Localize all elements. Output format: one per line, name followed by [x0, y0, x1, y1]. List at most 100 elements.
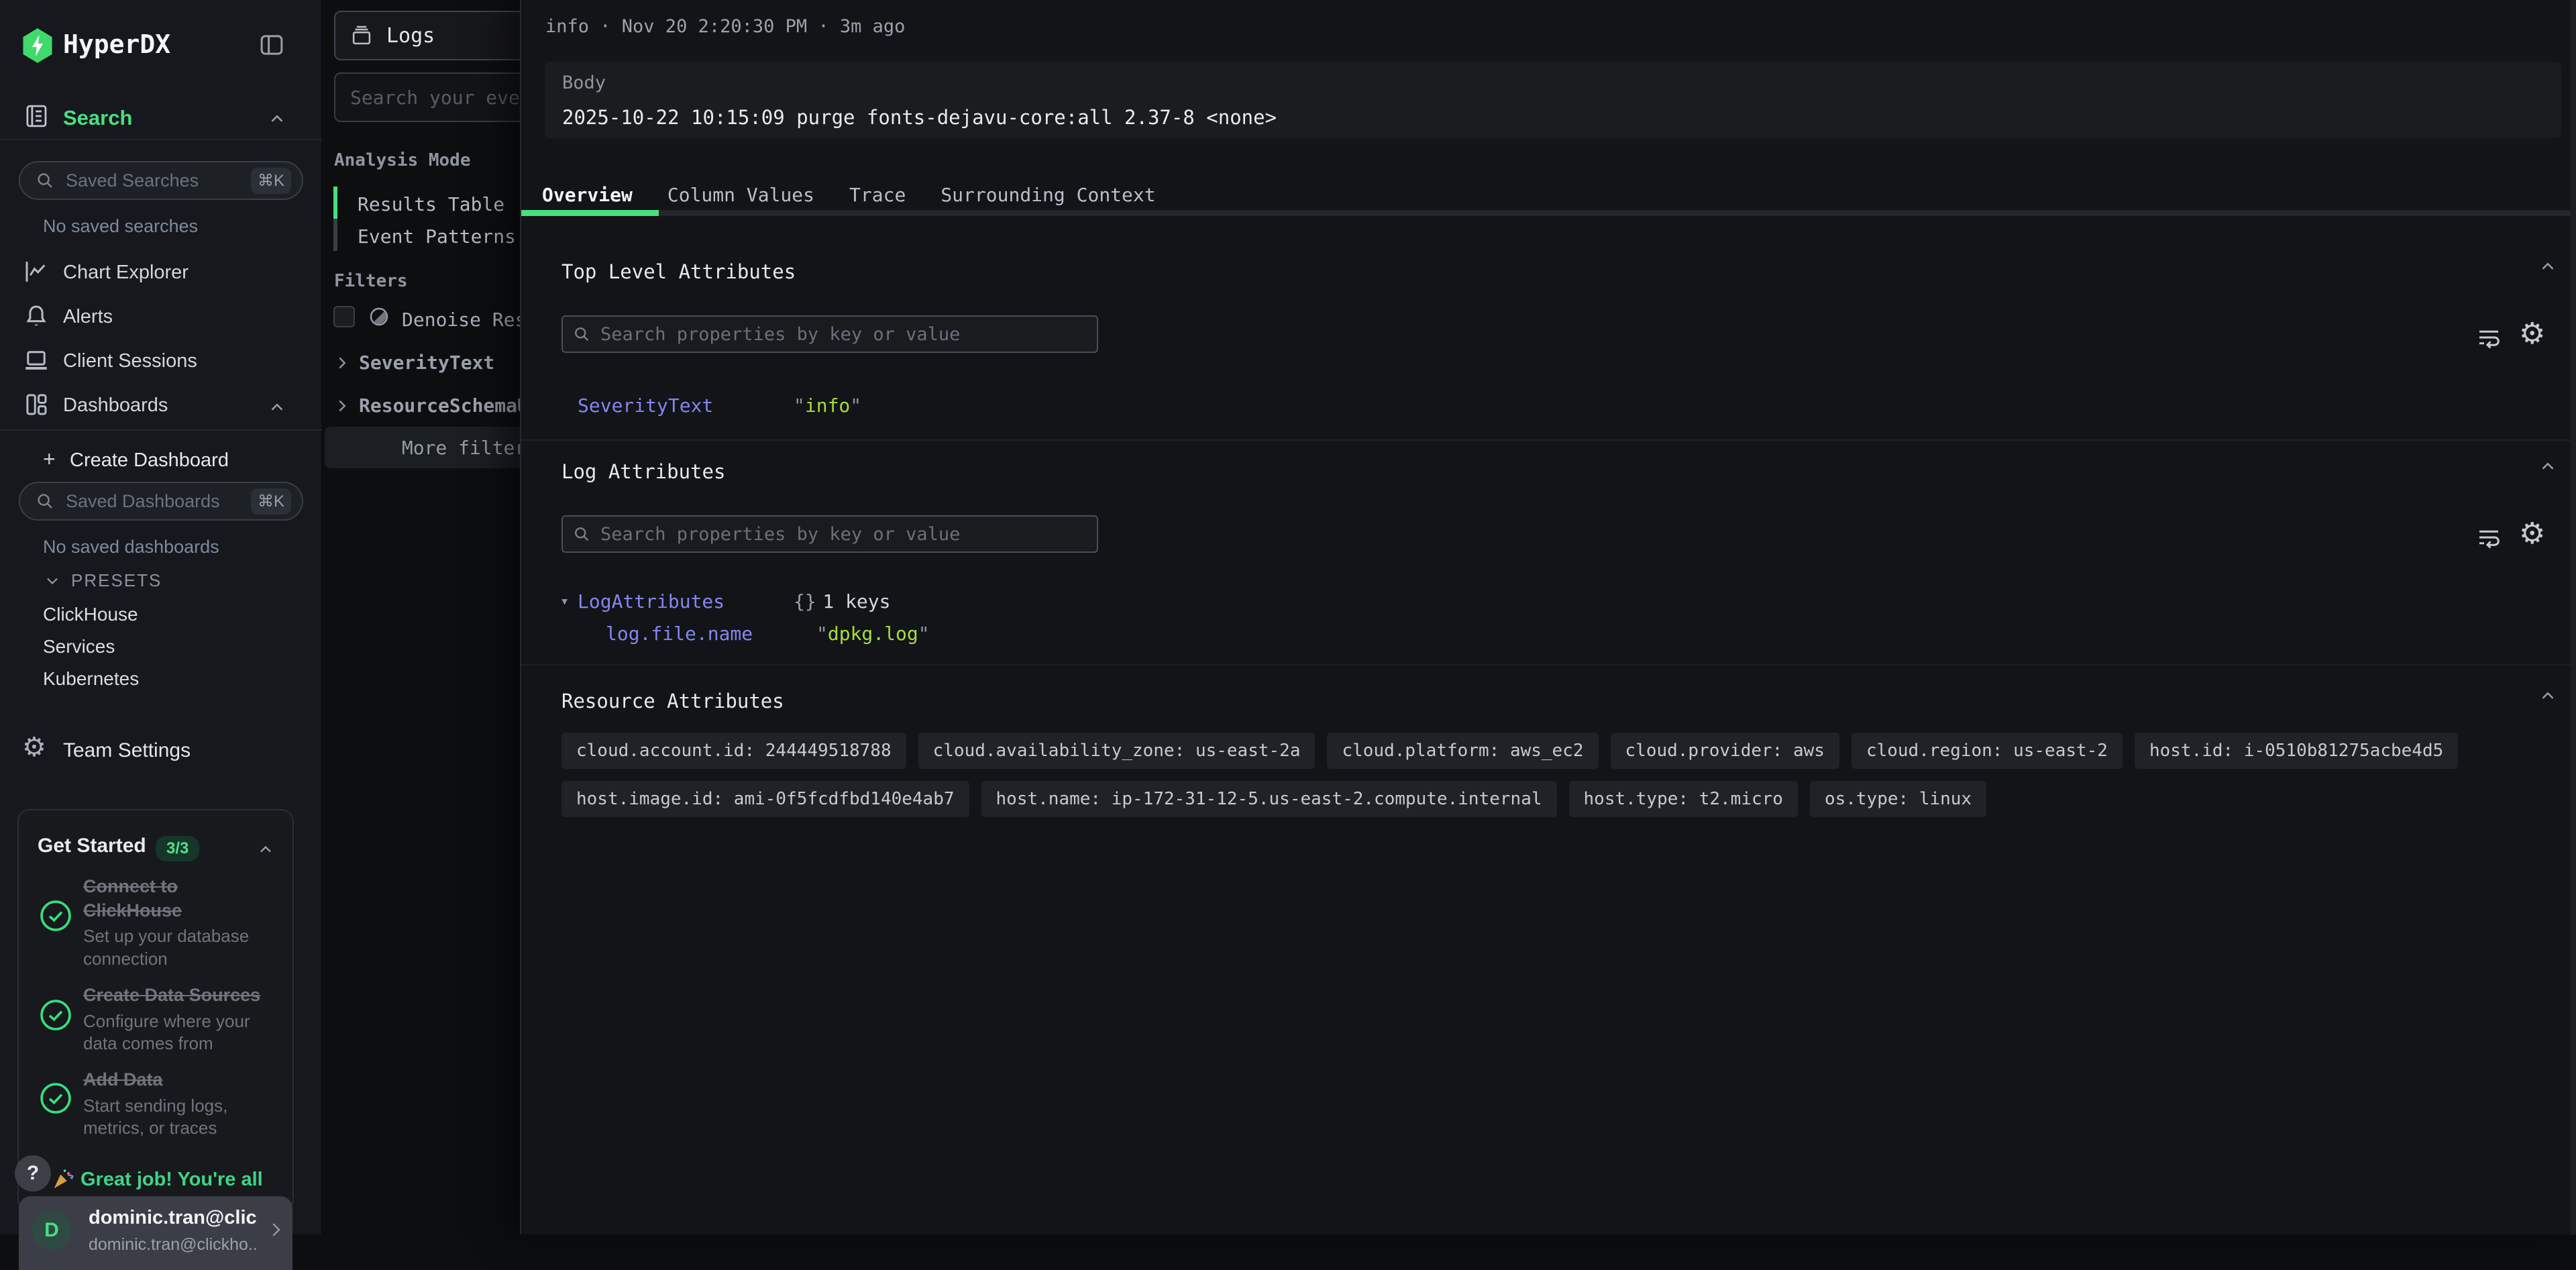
check-circle-icon [38, 997, 74, 1033]
saved-dashboards-input[interactable] [64, 490, 251, 513]
search-icon [35, 491, 55, 511]
divider [521, 664, 2576, 666]
search-icon [35, 170, 55, 191]
sidebar-item-client-sessions[interactable]: Client Sessions [63, 350, 197, 372]
sidebar-item-dashboards[interactable]: Dashboards [63, 394, 168, 417]
resource-tag[interactable]: cloud.platform: aws_ec2 [1327, 733, 1598, 769]
filter-group-severitytext[interactable]: SeverityText [359, 352, 494, 374]
get-started-item-title: Connect to ClickHouse [83, 875, 278, 922]
party-popper-icon [51, 1166, 76, 1192]
mode-results-table[interactable]: Results Table [358, 193, 504, 215]
preset-kubernetes[interactable]: Kubernetes [43, 668, 139, 690]
tab-trace[interactable]: Trace [832, 180, 923, 209]
avatar: D [32, 1211, 71, 1250]
chevron-right-icon[interactable] [332, 396, 352, 416]
wrap-lines-icon[interactable] [2475, 323, 2503, 352]
presets-label[interactable]: PRESETS [71, 570, 162, 591]
chevron-right-icon[interactable] [332, 353, 352, 373]
section-title-resource-attributes: Resource Attributes [561, 690, 784, 712]
active-mode-indicator [333, 187, 337, 219]
get-started-item[interactable]: Connect to ClickHouse Set up your databa… [83, 875, 278, 971]
attribute-key[interactable]: log.file.name [606, 623, 753, 645]
denoise-checkbox[interactable] [333, 306, 355, 327]
get-started-item-desc: Configure where your data comes from [83, 1010, 284, 1056]
client-sessions-laptop-icon [22, 346, 50, 374]
user-name: dominic.tran@clic... [89, 1207, 256, 1229]
section-title-top-level-attributes: Top Level Attributes [561, 260, 796, 283]
top-level-search-box[interactable] [561, 315, 1098, 353]
log-attributes-search-box[interactable] [561, 515, 1098, 553]
resource-tag[interactable]: cloud.account.id: 244449518788 [561, 733, 906, 769]
sidebar-item-alerts[interactable]: Alerts [63, 306, 113, 328]
resource-tag[interactable]: cloud.provider: aws [1611, 733, 1839, 769]
dashboards-collapse-chevron-icon[interactable] [266, 397, 288, 417]
saved-dashboards-search[interactable]: ⌘K [19, 482, 303, 521]
mode-event-patterns[interactable]: Event Patterns [358, 225, 516, 248]
tab-overview[interactable]: Overview [525, 180, 650, 209]
user-card[interactable]: D dominic.tran@clic... dominic.tran@clic… [19, 1196, 292, 1270]
divider [0, 139, 322, 140]
sidebar-item-chart-explorer[interactable]: Chart Explorer [63, 262, 189, 284]
collapse-sidebar-icon[interactable] [258, 31, 286, 59]
denoise-icon [367, 305, 391, 329]
resource-tag[interactable]: cloud.availability_zone: us-east-2a [918, 733, 1316, 769]
body-card: Body 2025-10-22 10:15:09 purge fonts-dej… [545, 62, 2561, 138]
log-attributes-search-input[interactable] [599, 523, 1087, 545]
section-collapse-chevron-icon[interactable] [2536, 456, 2559, 476]
plus-icon: + [43, 447, 56, 472]
dashboards-grid-icon [22, 390, 50, 419]
get-started-title: Get Started [38, 835, 146, 857]
attribute-value[interactable]: "info" [794, 394, 861, 417]
create-dashboard-button[interactable]: Create Dashboard [70, 449, 229, 472]
no-saved-searches-text: No saved searches [43, 216, 198, 237]
section-collapse-chevron-icon[interactable] [2536, 256, 2559, 276]
check-circle-icon [38, 898, 74, 934]
keys-count: 1 keys [822, 590, 890, 613]
attribute-key[interactable]: SeverityText [578, 394, 713, 417]
settings-gear-icon[interactable]: ⚙ [2519, 319, 2545, 349]
search-collapse-chevron-icon[interactable] [266, 109, 288, 129]
inactive-mode-indicator [333, 219, 337, 251]
wrap-lines-icon[interactable] [2475, 523, 2503, 551]
presets-chevron-down-icon[interactable] [42, 572, 63, 590]
sidebar-item-search[interactable]: Search [63, 106, 132, 130]
tab-column-values[interactable]: Column Values [650, 180, 832, 209]
gear-icon: ⚙ [22, 734, 46, 761]
analysis-mode-label: Analysis Mode [334, 150, 471, 170]
section-collapse-chevron-icon[interactable] [2536, 686, 2559, 706]
resource-tag[interactable]: host.image.id: ami-0f5fcdfbd140e4ab7 [561, 781, 969, 817]
saved-searches-input[interactable] [64, 170, 251, 192]
resource-tag[interactable]: host.type: t2.micro [1569, 781, 1798, 817]
preset-services[interactable]: Services [43, 636, 115, 657]
get-started-item[interactable]: Create Data Sources Configure where your… [83, 984, 284, 1055]
shortcut-badge: ⌘K [251, 168, 291, 194]
attribute-tree-root[interactable]: LogAttributes [578, 590, 724, 613]
get-started-item-title: Create Data Sources [83, 984, 284, 1008]
value-text: dpkg.log [828, 623, 918, 645]
help-button[interactable]: ? [15, 1155, 51, 1192]
attribute-value[interactable]: "dpkg.log" [816, 623, 930, 645]
get-started-collapse-chevron-icon[interactable] [255, 840, 276, 859]
get-started-item-desc: Set up your database connection [83, 925, 278, 971]
search-section-icon [22, 102, 50, 130]
logs-source-icon [349, 23, 374, 48]
detail-tabs: Overview Column Values Trace Surrounding… [525, 180, 1173, 209]
get-started-item-desc: Start sending logs, metrics, or traces [83, 1095, 284, 1141]
top-level-search-input[interactable] [599, 323, 1087, 346]
resource-tag[interactable]: host.id: i-0510b81275acbe4d5 [2135, 733, 2458, 769]
tab-surrounding-context[interactable]: Surrounding Context [923, 180, 1173, 209]
search-icon [572, 325, 591, 343]
resource-tag[interactable]: cloud.region: us-east-2 [1851, 733, 2123, 769]
saved-searches-search[interactable]: ⌘K [19, 161, 303, 200]
filters-label: Filters [334, 271, 408, 291]
resource-tag[interactable]: host.name: ip-172-31-12-5.us-east-2.comp… [981, 781, 1557, 817]
tree-caret-icon[interactable]: ▾ [560, 593, 569, 610]
get-started-item[interactable]: Add Data Start sending logs, metrics, or… [83, 1068, 284, 1140]
settings-gear-icon[interactable]: ⚙ [2519, 519, 2545, 549]
preset-clickhouse[interactable]: ClickHouse [43, 604, 138, 625]
celebration-text: Great job! You're all [80, 1169, 263, 1191]
attribute-tree-meta: {} 1 keys [794, 590, 891, 613]
team-settings-button[interactable]: Team Settings [63, 739, 191, 762]
resource-tag[interactable]: os.type: linux [1810, 781, 1986, 817]
scrollbar-track[interactable] [2571, 0, 2576, 1234]
